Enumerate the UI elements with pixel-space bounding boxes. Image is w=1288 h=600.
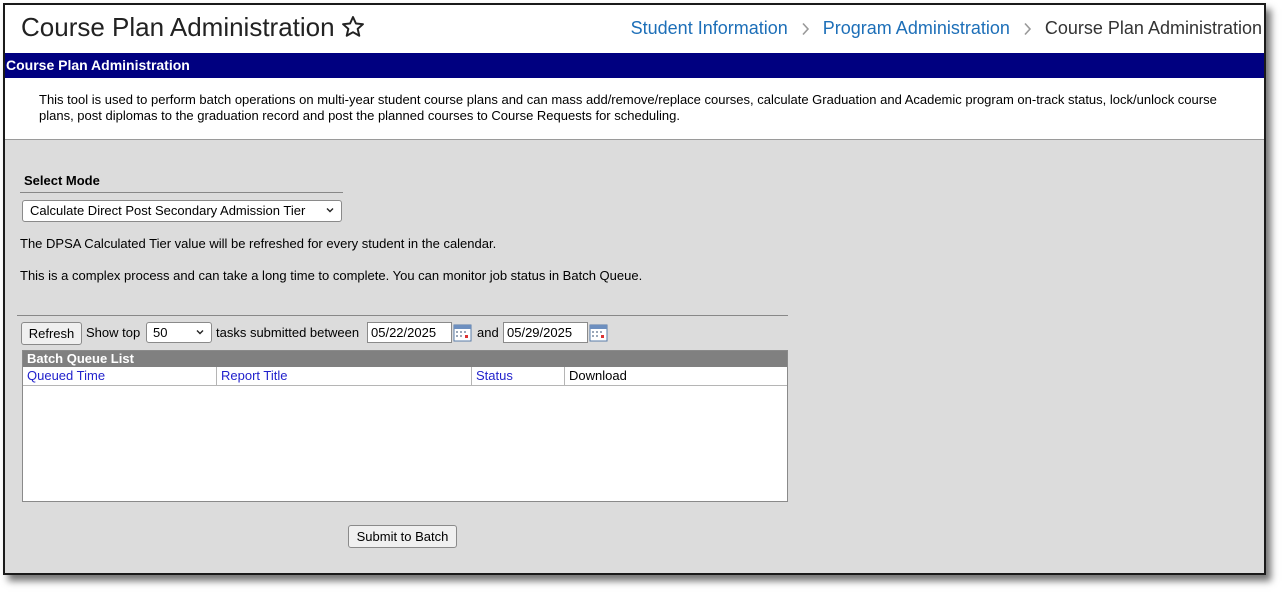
mode-select[interactable]: Calculate Direct Post Secondary Admissio… xyxy=(22,200,342,222)
page-header: Course Plan Administration Student Infor… xyxy=(5,5,1264,53)
column-queued-time[interactable]: Queued Time xyxy=(23,367,217,385)
description-text: This tool is used to perform batch opera… xyxy=(39,92,1217,123)
breadcrumb: Student Information Program Administrati… xyxy=(631,18,1262,39)
breadcrumb-chevron-icon xyxy=(1024,23,1031,36)
info-text-refresh: The DPSA Calculated Tier value will be r… xyxy=(20,236,497,251)
batch-queue-header-row: Queued Time Report Title Status Download xyxy=(23,367,787,386)
calendar-icon[interactable] xyxy=(589,323,608,342)
tasks-label: tasks submitted between xyxy=(216,325,360,340)
column-status[interactable]: Status xyxy=(472,367,565,385)
dropdown-chevron-icon xyxy=(196,330,204,335)
batch-queue-title: Batch Queue List xyxy=(23,351,787,367)
show-top-label: Show top xyxy=(86,325,141,340)
divider xyxy=(20,192,343,193)
star-icon[interactable] xyxy=(340,14,366,40)
refresh-button[interactable]: Refresh xyxy=(21,322,82,345)
column-report-title[interactable]: Report Title xyxy=(217,367,472,385)
column-download: Download xyxy=(569,368,627,383)
breadcrumb-current: Course Plan Administration xyxy=(1044,18,1262,38)
breadcrumb-program-administration[interactable]: Program Administration xyxy=(823,18,1010,38)
app-window: Course Plan Administration Student Infor… xyxy=(3,3,1266,575)
batch-queue-list: Batch Queue List Queued Time Report Titl… xyxy=(22,350,788,502)
divider xyxy=(17,315,788,316)
start-date-input[interactable]: 05/22/2025 xyxy=(367,322,452,343)
info-text-complex: This is a complex process and can take a… xyxy=(20,268,643,283)
select-mode-label: Select Mode xyxy=(24,173,100,188)
main-panel: Select Mode Calculate Direct Post Second… xyxy=(5,140,1264,573)
and-label: and xyxy=(477,325,499,340)
breadcrumb-chevron-icon xyxy=(802,23,809,36)
page-title: Course Plan Administration xyxy=(21,12,335,42)
dropdown-chevron-icon xyxy=(326,208,334,213)
top-count-value: 50 xyxy=(153,325,168,340)
tool-description: This tool is used to perform batch opera… xyxy=(5,78,1264,140)
mode-select-value: Calculate Direct Post Secondary Admissio… xyxy=(30,203,306,218)
calendar-icon[interactable] xyxy=(453,323,472,342)
top-count-select[interactable]: 50 xyxy=(146,322,212,343)
end-date-input[interactable]: 05/29/2025 xyxy=(503,322,588,343)
submit-to-batch-button[interactable]: Submit to Batch xyxy=(348,525,457,548)
breadcrumb-student-information[interactable]: Student Information xyxy=(631,18,788,38)
section-banner: Course Plan Administration xyxy=(5,53,1264,78)
